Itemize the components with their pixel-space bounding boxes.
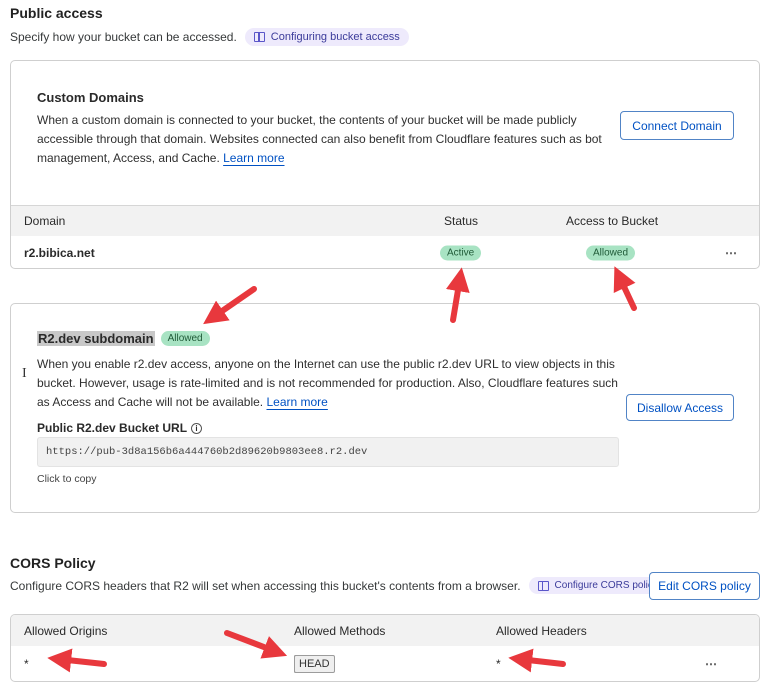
r2dev-learn-more-link[interactable]: Learn more: [266, 395, 327, 409]
column-header-allowed-methods: Allowed Methods: [294, 623, 386, 638]
configuring-bucket-access-label: Configuring bucket access: [270, 31, 400, 43]
text-cursor-icon: I: [22, 366, 27, 381]
disallow-access-button[interactable]: Disallow Access: [626, 394, 734, 421]
configure-cors-policy-label: Configure CORS policy: [554, 580, 658, 591]
edit-cors-policy-button[interactable]: Edit CORS policy: [649, 572, 760, 600]
public-access-description: Specify how your bucket can be accessed.…: [10, 28, 409, 46]
cors-table-header: Allowed Origins Allowed Methods Allowed …: [11, 615, 759, 646]
custom-domains-description: When a custom domain is connected to you…: [37, 111, 622, 168]
r2dev-subdomain-card: R2.dev subdomain Allowed When you enable…: [10, 303, 760, 513]
column-header-access: Access to Bucket: [566, 214, 659, 228]
column-header-domain: Domain: [24, 214, 66, 228]
configuring-bucket-access-link[interactable]: Configuring bucket access: [244, 28, 409, 46]
column-header-allowed-headers: Allowed Headers: [496, 623, 587, 638]
r2dev-status-badge: Allowed: [160, 331, 210, 346]
configure-cors-policy-link[interactable]: Configure CORS policy: [528, 577, 667, 594]
column-header-allowed-origins: Allowed Origins: [24, 623, 108, 638]
domain-name[interactable]: r2.bibica.net: [24, 246, 95, 260]
r2dev-title-row: R2.dev subdomain Allowed: [37, 331, 210, 346]
custom-domains-learn-more-link[interactable]: Learn more: [223, 151, 284, 165]
info-icon[interactable]: i: [191, 423, 203, 434]
cors-table-row[interactable]: * PUTPOSTGETHEAD * ⋯: [11, 646, 759, 681]
domain-access-badge: Allowed: [586, 245, 636, 260]
r2dev-description: When you enable r2.dev access, anyone on…: [37, 355, 622, 412]
click-to-copy-hint: Click to copy: [37, 473, 97, 485]
public-access-description-text: Specify how your bucket can be accessed.: [10, 30, 237, 44]
connect-domain-button[interactable]: Connect Domain: [620, 111, 734, 140]
method-chip: HEAD: [294, 655, 335, 673]
cors-description-text: Configure CORS headers that R2 will set …: [10, 578, 521, 593]
book-icon: [537, 580, 549, 591]
domains-table-row[interactable]: r2.bibica.net Active Allowed ⋯: [11, 236, 759, 268]
custom-domains-description-text: When a custom domain is connected to you…: [37, 113, 602, 165]
cors-policy-title: CORS Policy: [10, 555, 96, 571]
r2dev-url-field[interactable]: https://pub-3d8a156b6a444760b2d89620b980…: [37, 437, 619, 467]
public-access-title: Public access: [10, 5, 103, 21]
custom-domains-title: Custom Domains: [37, 90, 144, 105]
allowed-origins-value: *: [24, 657, 29, 671]
r2dev-url-label-text: Public R2.dev Bucket URL: [37, 421, 188, 435]
cors-description: Configure CORS headers that R2 will set …: [10, 577, 667, 594]
domain-status-badge: Active: [440, 245, 482, 260]
domains-table-header: Domain Status Access to Bucket: [11, 205, 759, 236]
r2dev-title: R2.dev subdomain: [37, 331, 155, 346]
column-header-status: Status: [444, 214, 479, 228]
custom-domains-card: Custom Domains When a custom domain is c…: [10, 60, 760, 269]
cors-table: Allowed Origins Allowed Methods Allowed …: [10, 614, 760, 682]
r2dev-url-label: Public R2.dev Bucket URL i: [37, 421, 203, 435]
allowed-headers-value: *: [496, 657, 501, 671]
cors-row-menu-icon[interactable]: ⋯: [705, 657, 718, 671]
domain-row-menu-icon[interactable]: ⋯: [725, 246, 738, 260]
book-icon: [253, 32, 265, 42]
